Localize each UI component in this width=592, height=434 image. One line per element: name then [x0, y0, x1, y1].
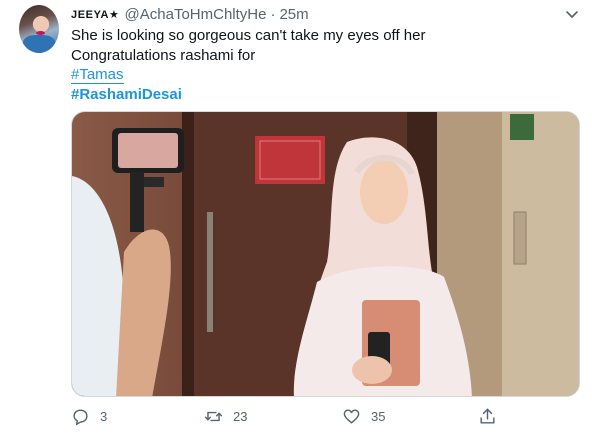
share-icon — [478, 407, 497, 426]
share-button[interactable] — [478, 404, 497, 428]
hashtag-link[interactable]: #Tamas — [71, 67, 124, 84]
display-name[interactable]: JEEYA★ — [71, 8, 120, 21]
tweet-timestamp[interactable]: 25m — [279, 6, 308, 23]
reply-count: 3 — [100, 408, 108, 424]
avatar[interactable] — [19, 5, 59, 53]
chevron-down-icon[interactable] — [564, 6, 580, 22]
reply-button[interactable]: 3 — [71, 404, 107, 428]
tweet-text-line: She is looking so gorgeous can't take my… — [71, 27, 426, 44]
tweet-header: JEEYA★ @AchaToHmChltyHe · 25m — [71, 5, 309, 23]
retweet-button[interactable]: 23 — [204, 404, 247, 428]
tweet-actions: 3 23 35 — [71, 404, 571, 428]
retweet-count: 23 — [233, 408, 248, 424]
like-button[interactable]: 35 — [342, 404, 385, 428]
avatar-lip — [36, 31, 45, 35]
hashtag-link[interactable]: #RashamiDesai — [71, 85, 182, 105]
tweet-photo[interactable] — [71, 111, 580, 397]
separator-dot: · — [270, 5, 276, 23]
tweet-text: She is looking so gorgeous can't take my… — [71, 26, 425, 104]
tweet-text-line: Congratulations rashami for — [71, 46, 256, 64]
like-count: 35 — [371, 408, 386, 424]
retweet-icon — [204, 407, 223, 426]
avatar-cloth — [23, 35, 55, 53]
heart-icon — [342, 407, 361, 426]
tweet[interactable]: JEEYA★ @AchaToHmChltyHe · 25m She is loo… — [0, 0, 592, 434]
comment-icon — [71, 407, 90, 426]
user-handle[interactable]: @AchaToHmChltyHe — [125, 6, 267, 23]
